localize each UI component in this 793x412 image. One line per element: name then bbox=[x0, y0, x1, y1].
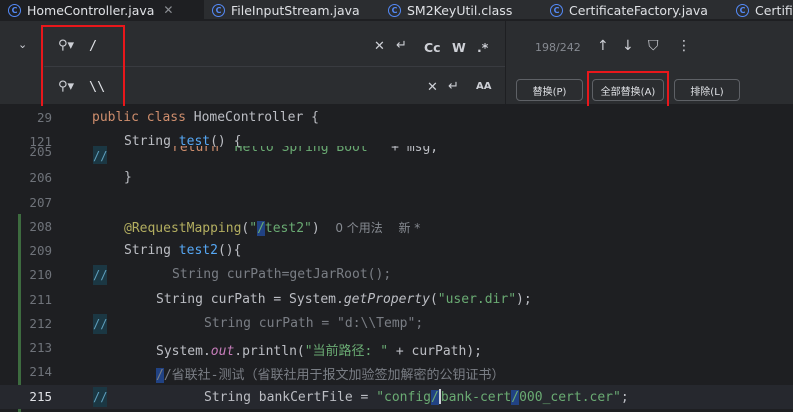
line-number: 212 bbox=[29, 316, 52, 331]
clear-icon[interactable]: ✕ bbox=[374, 39, 385, 54]
tab-home-controller[interactable]: C HomeController.java ✕ bbox=[0, 0, 204, 19]
comment-marker: // bbox=[93, 387, 107, 407]
tab-label: FileInputStream.java bbox=[231, 2, 360, 18]
code-line: 209 String test2(){ bbox=[0, 239, 793, 263]
code-line: 208 @RequestMapping("/test2") 0 个用法 新 * bbox=[0, 215, 793, 239]
divider bbox=[505, 21, 506, 105]
code-line: 207 bbox=[0, 191, 793, 215]
usage-hint[interactable]: 0 个用法 bbox=[335, 221, 382, 235]
code-line: 212 // String curPath = "d:\\Temp"; bbox=[0, 312, 793, 336]
tab-label: CertificateFactory.java bbox=[569, 2, 708, 18]
tab-label: Certific bbox=[755, 2, 793, 18]
code-line: 211 String curPath = System.getProperty(… bbox=[0, 288, 793, 312]
comment-marker: // bbox=[93, 314, 107, 334]
words-toggle[interactable]: W bbox=[452, 40, 466, 55]
tab-label: SM2KeyUtil.class bbox=[407, 2, 513, 18]
line-number: 208 bbox=[29, 219, 52, 234]
code-editor[interactable]: 29 public class HomeController { 121 Str… bbox=[0, 106, 793, 412]
code-line: 29 public class HomeController { bbox=[0, 106, 793, 130]
line-number: 213 bbox=[29, 340, 52, 355]
code-line: 210 // String curPath=getJarRoot(); bbox=[0, 263, 793, 287]
new-line-icon[interactable]: ↵ bbox=[448, 79, 459, 94]
regex-toggle[interactable]: .* bbox=[477, 40, 488, 55]
tab-certific[interactable]: C Certific bbox=[728, 0, 793, 19]
line-number: 205 bbox=[29, 146, 52, 159]
annotation-box-replace-all bbox=[587, 71, 669, 110]
annotation-box-fields bbox=[41, 25, 125, 115]
clear-icon[interactable]: ✕ bbox=[427, 80, 438, 95]
line-number: 29 bbox=[36, 110, 52, 125]
match-case-toggle[interactable]: Cc bbox=[424, 40, 441, 55]
editor-tab-bar: C HomeController.java ✕ C FileInputStrea… bbox=[0, 0, 793, 20]
tab-label: HomeController.java bbox=[27, 2, 155, 18]
exclude-button[interactable]: 排除(L) bbox=[674, 79, 740, 101]
close-icon[interactable]: ✕ bbox=[163, 3, 173, 17]
code-line: 214 //省联社-测试（省联社用于报文加验签加解密的公钥证书） bbox=[0, 360, 793, 384]
arrow-up-icon[interactable]: ↑ bbox=[597, 38, 609, 54]
comment-marker: // bbox=[93, 146, 107, 164]
new-line-icon[interactable]: ↵ bbox=[396, 38, 407, 53]
line-number: 209 bbox=[29, 243, 52, 258]
tab-sm2-key-util[interactable]: C SM2KeyUtil.class bbox=[380, 0, 542, 19]
class-icon: C bbox=[212, 3, 225, 17]
new-hint: 新 * bbox=[398, 221, 421, 235]
match-count: 198/242 bbox=[535, 41, 581, 54]
preserve-case-toggle[interactable]: AA bbox=[476, 81, 491, 92]
class-icon: C bbox=[736, 3, 749, 17]
tab-certificate-factory[interactable]: C CertificateFactory.java bbox=[542, 0, 728, 19]
line-number: 215 bbox=[29, 389, 52, 404]
replace-button[interactable]: 替换(P) bbox=[516, 79, 583, 101]
tab-file-input-stream[interactable]: C FileInputStream.java bbox=[204, 0, 380, 19]
filter-icon[interactable]: ⛉ bbox=[648, 38, 659, 54]
chevron-down-icon[interactable]: ⌄ bbox=[18, 38, 27, 51]
class-icon: C bbox=[388, 3, 401, 17]
code-line: 205 // return "Hello Spring Boot " + msg… bbox=[0, 146, 793, 164]
arrow-down-icon[interactable]: ↓ bbox=[622, 38, 634, 54]
line-number: 207 bbox=[29, 195, 52, 210]
code-line-current: 215 // String bankCertFile = "config/ban… bbox=[0, 385, 793, 410]
comment-marker: // bbox=[93, 265, 107, 285]
class-icon: C bbox=[8, 3, 21, 17]
code-line: 206 } bbox=[0, 166, 793, 190]
class-icon: C bbox=[550, 3, 563, 17]
line-number: 214 bbox=[29, 364, 52, 379]
line-number: 210 bbox=[29, 267, 52, 282]
more-icon[interactable]: ⋮ bbox=[677, 38, 691, 54]
line-number: 211 bbox=[29, 292, 52, 307]
code-line: 213 System.out.println("当前路径: " + curPat… bbox=[0, 336, 793, 360]
line-number: 206 bbox=[29, 170, 52, 185]
